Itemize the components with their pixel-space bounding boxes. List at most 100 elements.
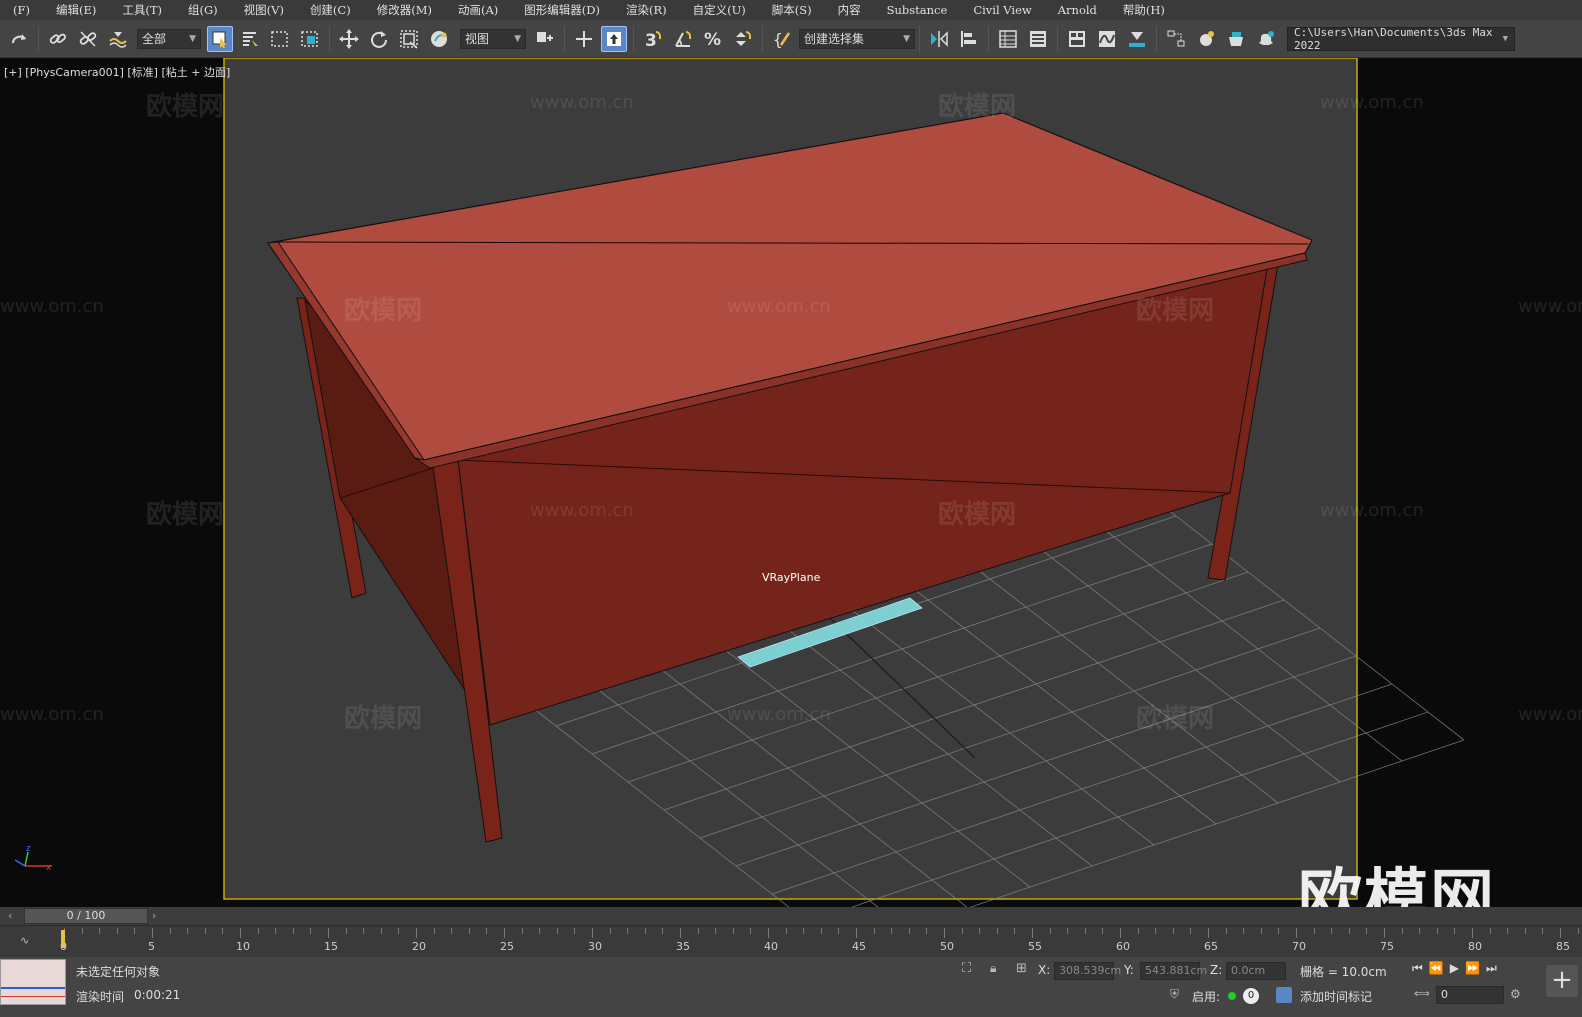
schematic-icon[interactable] bbox=[1163, 26, 1189, 52]
selection-filter-dropdown[interactable]: 全部 ▼ bbox=[137, 28, 201, 49]
ref-coord-dropdown[interactable]: 视图 ▼ bbox=[460, 28, 526, 49]
menu-item-9[interactable]: 渲染(R) bbox=[613, 2, 680, 18]
y-coord-field[interactable]: 543.881cm bbox=[1140, 962, 1207, 980]
placement-icon[interactable] bbox=[426, 26, 452, 52]
ref-coord-value: 视图 bbox=[465, 32, 490, 46]
pivot-icon[interactable] bbox=[532, 26, 558, 52]
ruler-tick-label: 70 bbox=[1292, 940, 1306, 953]
render-frame-icon[interactable] bbox=[1253, 26, 1279, 52]
next-key-icon[interactable]: ⏩ bbox=[1465, 961, 1486, 975]
time-tag-icon[interactable] bbox=[1276, 987, 1292, 1003]
align-icon[interactable] bbox=[956, 26, 982, 52]
main-toolbar: 全部 ▼ 视图 ▼ 3 % { 创建选择集 ▼ C:\Users\Han\Docume… bbox=[0, 20, 1582, 58]
link-icon[interactable] bbox=[45, 26, 71, 52]
menu-item-8[interactable]: 图形编辑器(D) bbox=[511, 2, 613, 18]
menu-item-10[interactable]: 自定义(U) bbox=[680, 2, 759, 18]
enable-count[interactable]: 0 bbox=[1243, 988, 1259, 1004]
ribbon-icon[interactable] bbox=[1064, 26, 1090, 52]
viewport-label[interactable]: [+] [PhysCamera001] [标准] [粘土 + 边面] bbox=[4, 64, 230, 80]
render-setup-icon[interactable] bbox=[1223, 26, 1249, 52]
add-time-tag[interactable]: 添加时间标记 bbox=[1300, 988, 1372, 1005]
menu-item-11[interactable]: 脚本(S) bbox=[759, 2, 825, 18]
ruler-tick-label: 15 bbox=[324, 940, 338, 953]
scale-icon[interactable] bbox=[396, 26, 422, 52]
key-mode-icon[interactable]: ⟺ bbox=[1414, 987, 1430, 1000]
spinner-snap-icon[interactable] bbox=[730, 26, 756, 52]
axis-gizmo: x z bbox=[14, 844, 52, 873]
edit-named-sets-icon[interactable]: { bbox=[769, 26, 795, 52]
move-icon[interactable] bbox=[336, 26, 362, 52]
menu-item-15[interactable]: Arnold bbox=[1045, 3, 1110, 17]
add-viewport-icon[interactable]: + bbox=[1546, 965, 1578, 997]
redo-icon[interactable] bbox=[6, 26, 32, 52]
menu-item-16[interactable]: 帮助(H) bbox=[1110, 2, 1178, 18]
keyboard-shortcut-icon[interactable] bbox=[601, 25, 627, 52]
mini-curve-icon[interactable]: ∿ bbox=[20, 934, 29, 947]
manipulate-icon[interactable] bbox=[571, 26, 597, 52]
select-icon[interactable] bbox=[207, 25, 233, 52]
enable-label: 启用: bbox=[1192, 990, 1221, 1004]
timeline-ruler[interactable]: ∿ 0510152025303540455055606570758085 bbox=[0, 925, 1582, 957]
isolate-icon[interactable]: ⛶ bbox=[962, 961, 971, 976]
time-cursor[interactable] bbox=[61, 930, 65, 948]
snap-3-icon[interactable]: 3 bbox=[640, 26, 666, 52]
lock-icon[interactable]: 🔒︎ bbox=[990, 961, 996, 976]
prev-key-icon[interactable]: ⏪ bbox=[1429, 961, 1450, 975]
current-frame-field[interactable]: 0 bbox=[1436, 986, 1504, 1004]
menu-item-3[interactable]: 组(G) bbox=[175, 2, 231, 18]
ruler-tick-label: 85 bbox=[1556, 940, 1570, 953]
project-path-dropdown[interactable]: C:\Users\Han\Documents\3ds Max 2022 ▼ bbox=[1287, 25, 1515, 52]
selection-filter-value: 全部 bbox=[142, 32, 167, 46]
menu-item-4[interactable]: 视图(V) bbox=[231, 2, 297, 18]
goto-end-icon[interactable]: ⏭ bbox=[1486, 961, 1503, 975]
status-indicator bbox=[1228, 992, 1236, 1000]
watermark: 欧模网 bbox=[1136, 296, 1215, 326]
shield-icon[interactable]: ⛨ bbox=[1170, 987, 1179, 1002]
chevron-down-icon: ▼ bbox=[1502, 33, 1508, 44]
material-editor-icon[interactable] bbox=[1193, 26, 1219, 52]
brand-watermark: 欧模网 bbox=[1298, 863, 1496, 907]
chevron-down-icon: ▼ bbox=[903, 33, 910, 44]
angle-snap-icon[interactable] bbox=[670, 26, 696, 52]
grid-size-label: 栅格 = 10.0cm bbox=[1300, 965, 1387, 979]
menu-item-13[interactable]: Substance bbox=[874, 3, 961, 17]
prev-frame-icon[interactable]: ‹ bbox=[8, 909, 12, 922]
goto-start-icon[interactable]: ⏮ bbox=[1412, 961, 1429, 975]
menu-item-1[interactable]: 编辑(E) bbox=[43, 2, 109, 18]
project-path-value: C:\Users\Han\Documents\3ds Max 2022 bbox=[1294, 25, 1493, 52]
menu-item-2[interactable]: 工具(T) bbox=[109, 2, 175, 18]
watermark: 欧模网 bbox=[146, 92, 225, 122]
svg-text:3: 3 bbox=[645, 31, 657, 49]
next-frame-icon[interactable]: › bbox=[152, 909, 156, 922]
unlink-icon[interactable] bbox=[75, 26, 101, 52]
x-coord-field[interactable]: 308.539cm bbox=[1054, 962, 1121, 980]
rect-region-icon[interactable] bbox=[267, 26, 293, 52]
menu-item-6[interactable]: 修改器(M) bbox=[364, 2, 445, 18]
play-icon[interactable]: ▶ bbox=[1450, 961, 1465, 975]
time-slider[interactable]: 0 / 100 bbox=[24, 908, 148, 924]
selection-set-dropdown[interactable]: 创建选择集 ▼ bbox=[799, 28, 915, 49]
z-coord-field[interactable]: 0.0cm bbox=[1226, 962, 1286, 980]
menu-item-12[interactable]: 内容 bbox=[825, 2, 874, 18]
absolute-mode-icon[interactable]: ⊞ bbox=[1016, 961, 1027, 976]
menu-item-14[interactable]: Civil View bbox=[960, 3, 1044, 17]
time-config-icon[interactable]: ⚙ bbox=[1510, 987, 1521, 1001]
maxscript-listener[interactable] bbox=[0, 959, 66, 1005]
menu-item-0[interactable]: (F) bbox=[0, 3, 43, 17]
scene-explorer-icon[interactable] bbox=[995, 26, 1021, 52]
bind-spacewarp-icon[interactable] bbox=[105, 26, 131, 52]
curve-editor-icon[interactable] bbox=[1094, 26, 1120, 52]
svg-text:z: z bbox=[26, 844, 31, 854]
select-by-name-icon[interactable] bbox=[237, 26, 263, 52]
mirror-icon[interactable] bbox=[926, 26, 952, 52]
menu-item-7[interactable]: 动画(A) bbox=[445, 2, 511, 18]
percent-snap-icon[interactable]: % bbox=[700, 26, 726, 52]
viewport-camera[interactable]: x z [+] [PhysCamera001] [标准] [粘土 + 边面] V… bbox=[0, 58, 1582, 907]
menu-item-5[interactable]: 创建(C) bbox=[297, 2, 364, 18]
window-crossing-icon[interactable] bbox=[297, 26, 323, 52]
watermark-url: www.om.cn bbox=[1518, 296, 1582, 317]
dope-sheet-icon[interactable] bbox=[1124, 26, 1150, 52]
layer-explorer-icon[interactable] bbox=[1025, 26, 1051, 52]
rotate-icon[interactable] bbox=[366, 26, 392, 52]
ruler-tick-label: 25 bbox=[500, 940, 514, 953]
